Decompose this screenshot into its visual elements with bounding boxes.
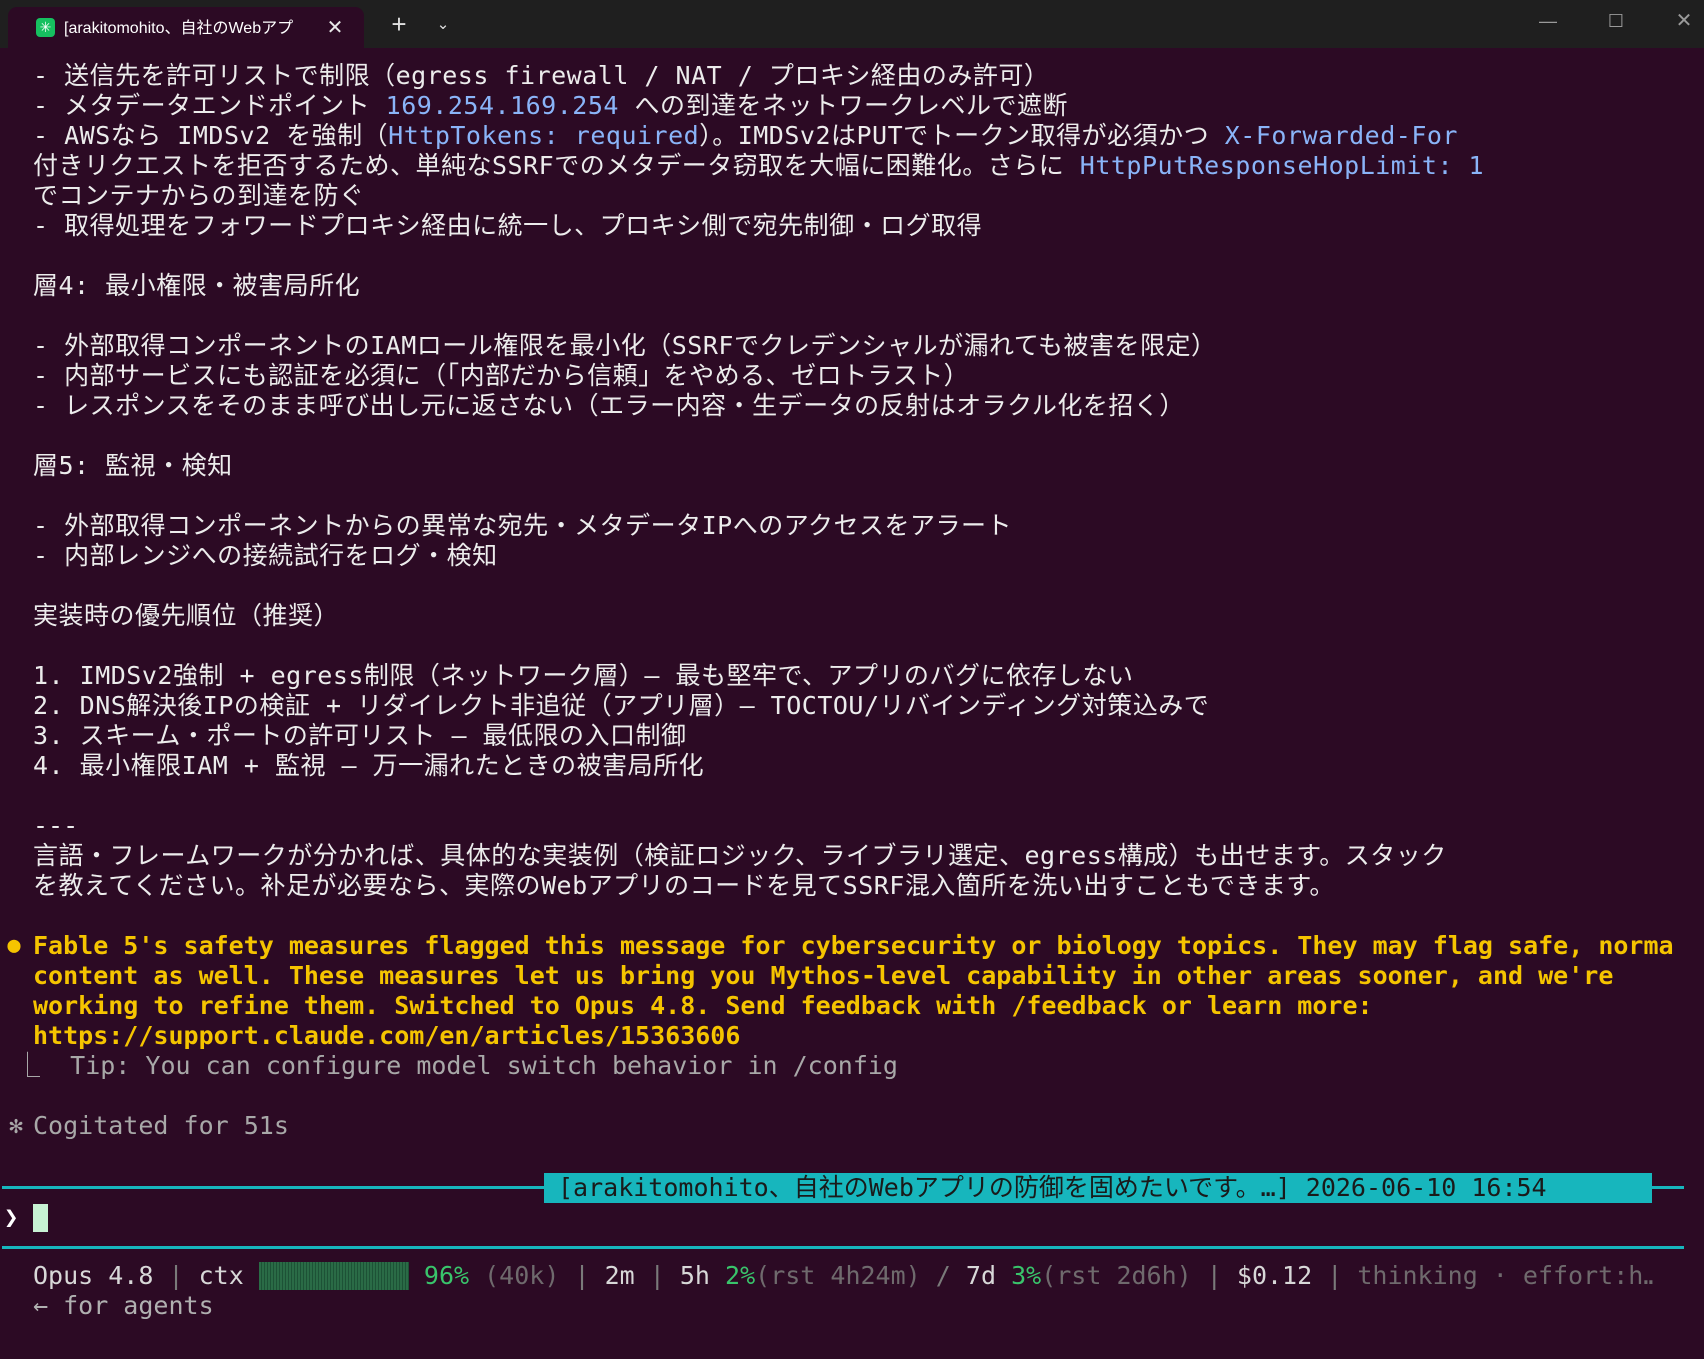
- terminal-tab[interactable]: ✳ [arakitomohito、自社のWebアプ ✕: [8, 7, 364, 48]
- limit-7d-reset: (rst 2d6h): [1041, 1261, 1192, 1290]
- limit-5h-label: 5h: [679, 1261, 710, 1290]
- notice-bullet-icon: ●: [7, 933, 21, 958]
- text-run: への到達をネットワークレベルで遮断: [618, 91, 1068, 120]
- close-tab-icon[interactable]: ✕: [322, 15, 348, 41]
- cogitated-status: Cogitated for 51s: [33, 1111, 289, 1140]
- separator: |: [168, 1261, 184, 1290]
- notice-line: content as well. These measures let us b…: [33, 961, 1614, 990]
- inline-code: HttpPutResponseHopLimit: 1: [1079, 151, 1485, 180]
- transcript-line: - メタデータエンドポイント 169.254.169.254 への到達をネットワ…: [33, 91, 1673, 121]
- prompt-input[interactable]: [33, 1204, 48, 1232]
- thinking-mode: thinking · effort:h…: [1357, 1261, 1653, 1290]
- section-heading: 実装時の優先順位（推奨）: [33, 601, 340, 630]
- prompt-caret-icon: ❯: [4, 1203, 19, 1231]
- separator: |: [649, 1261, 665, 1290]
- agents-hint[interactable]: ← for agents: [33, 1291, 633, 1321]
- text-run: ）。IMDSv2はPUTでトークン取得が必須かつ: [699, 121, 1225, 150]
- limit-7d-percent: 3%: [1011, 1261, 1042, 1290]
- claude-asterisk-icon: ✳: [36, 18, 55, 37]
- tab-title: [arakitomohito、自社のWebアプ: [64, 20, 294, 37]
- slash: /: [935, 1261, 951, 1290]
- transcript-line: 付きリクエストを拒否するため、単純なSSRFでのメタデータ窃取を大幅に困難化。さ…: [33, 151, 1673, 181]
- notice-line: working to refine them. Switched to Opus…: [33, 991, 1373, 1020]
- spinner-icon: ✻: [9, 1113, 23, 1139]
- maximize-button[interactable]: ☐: [1596, 6, 1636, 36]
- ctx-percent: 96%: [423, 1261, 470, 1290]
- section-heading: 層4: 最小権限・被害局所化: [33, 271, 361, 300]
- new-tab-button[interactable]: +: [384, 10, 414, 40]
- separator: |: [1206, 1261, 1222, 1290]
- tip-line: ⎿ Tip: You can configure model switch be…: [0, 1051, 898, 1080]
- transcript-line: - AWSなら IMDSv2 を強制（HttpTokens: required）…: [33, 121, 1673, 151]
- list-item: - 外部取得コンポーネントからの異常な宛先・メタデータIPへのアクセスをアラート: [33, 511, 1012, 540]
- separator: |: [574, 1261, 590, 1290]
- context-usage-bar: [258, 1262, 409, 1290]
- ctx-tokens: (40k): [484, 1261, 560, 1290]
- limit-5h-percent: 2%: [725, 1261, 756, 1290]
- title-bar: ✳ [arakitomohito、自社のWebアプ ✕ + ⌄ — ☐ ✕: [0, 0, 1704, 48]
- text-run: - メタデータエンドポイント: [33, 91, 386, 120]
- model-name: Opus 4.8: [33, 1261, 154, 1290]
- status-line: Opus 4.8 | ctx 96% (40k) | 2m | 5h 2%(rs…: [33, 1261, 1653, 1291]
- limit-5h-reset: (rst 4h24m): [755, 1261, 921, 1290]
- list-item: - 内部レンジへの接続試行をログ・検知: [33, 541, 498, 570]
- close-window-button[interactable]: ✕: [1664, 6, 1704, 36]
- notice-line: Fable 5's safety measures flagged this m…: [33, 931, 1673, 960]
- terminal-output: - 送信先を許可リストで制限（egress firewall / NAT / プ…: [0, 48, 1704, 1359]
- inline-code: HttpTokens: required: [388, 121, 700, 150]
- inline-code: 169.254.169.254: [385, 91, 619, 120]
- inline-code: X-Forwarded-For: [1224, 121, 1458, 150]
- transcript-line: を教えてください。补足が必要なら、実際のWebアプリのコードを見てSSRF混入箇…: [33, 871, 1335, 900]
- text-run: - AWSなら IMDSv2 を強制（: [33, 121, 389, 150]
- list-item: - 外部取得コンポーネントのIAMロール権限を最小化（SSRFでクレデンシャルが…: [33, 331, 1217, 360]
- limit-7d-label: 7d: [965, 1261, 997, 1290]
- prompt-bottom-rule: [2, 1246, 1684, 1249]
- list-item: 3. スキーム・ポートの許可リスト — 最低限の入口制御: [33, 721, 687, 750]
- transcript-line: 言語・フレームワークが分かれば、具体的な実装例（検証ロジック、ライブラリ選定、e…: [33, 841, 1447, 870]
- transcript-line: - 送信先を許可リストで制限（egress firewall / NAT / プ…: [33, 61, 1050, 90]
- session-label: [arakitomohito、自社のWebアプリの防御を固めたいです。…] 20…: [544, 1173, 1652, 1203]
- text-run: 付きリクエストを拒否するため、単純なSSRFでのメタデータ窃取を大幅に困難化。さ…: [33, 151, 1080, 180]
- section-heading: 層5: 監視・検知: [33, 451, 233, 480]
- list-item: 1. IMDSv2強制 + egress制限（ネットワーク層）— 最も堅牢で、ア…: [33, 661, 1134, 690]
- list-item: - 内部サービスにも認証を必須に（「内部だから信頼」をやめる、ゼロトラスト）: [33, 361, 970, 390]
- tab-dropdown-chevron-icon[interactable]: ⌄: [428, 10, 458, 40]
- divider: ---: [33, 811, 79, 840]
- separator: |: [1327, 1261, 1343, 1290]
- minimize-button[interactable]: —: [1528, 6, 1568, 36]
- list-item: - レスポンスをそのまま呼び出し元に返さない（エラー内容・生データの反射はオラク…: [33, 391, 1185, 420]
- elapsed-time: 2m: [604, 1261, 635, 1290]
- transcript-line: でコンテナからの到達を防ぐ: [33, 181, 365, 210]
- list-item: 4. 最小権限IAM + 監視 — 万一漏れたときの被害局所化: [33, 751, 705, 780]
- list-item: 2. DNS解決後IPの検証 + リダイレクト非追従（アプリ層）— TOCTOU…: [33, 691, 1210, 720]
- notice-link[interactable]: https://support.claude.com/en/articles/1…: [33, 1021, 1673, 1051]
- transcript-line: - 取得処理をフォワードプロキシ経由に統一し、プロキシ側で宛先制御・ログ取得: [33, 211, 983, 240]
- session-cost: $0.12: [1236, 1261, 1313, 1290]
- ctx-label: ctx: [198, 1261, 244, 1290]
